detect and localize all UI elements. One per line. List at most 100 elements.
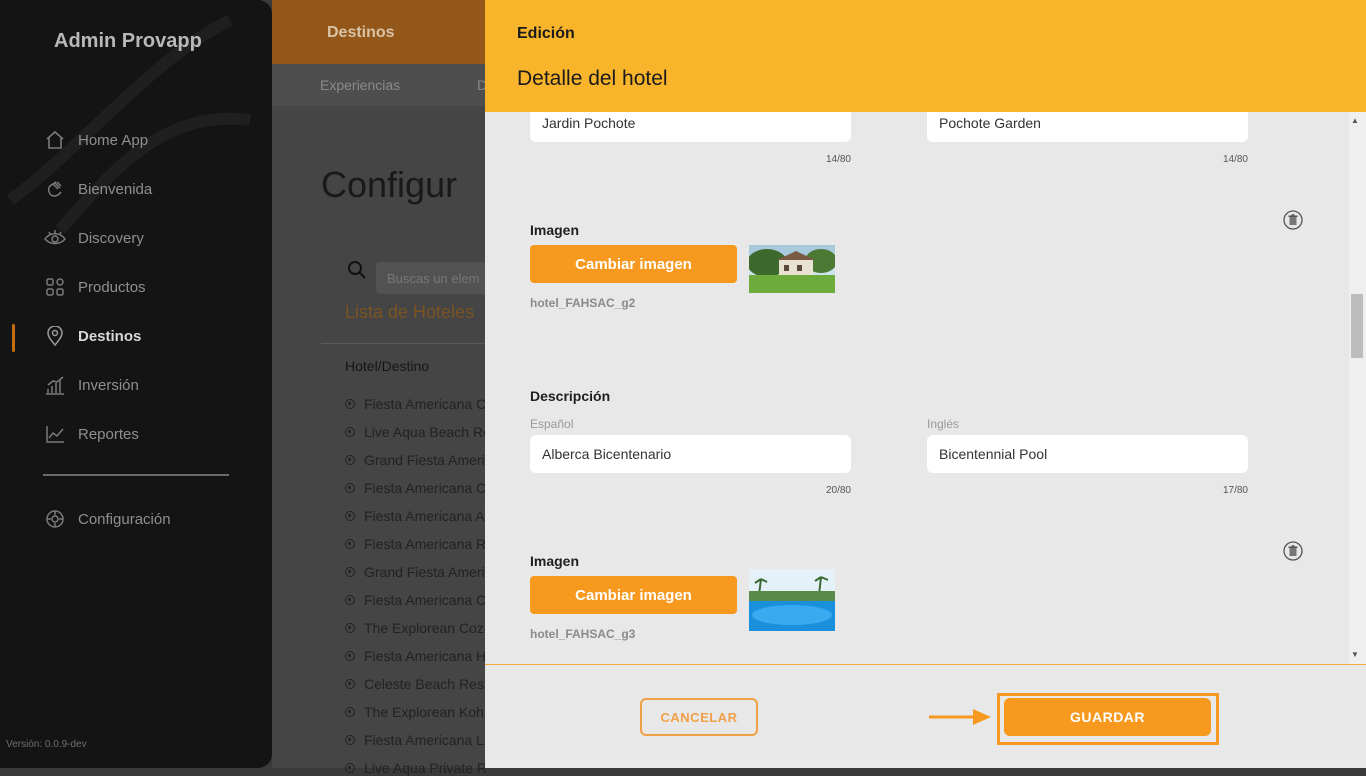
sidebar-item-label: Bienvenida [78,180,153,198]
lang-label-en: Inglés [927,417,960,431]
change-image-button[interactable]: Cambiar imagen [530,576,737,614]
list-item[interactable]: The Explorean Koh [345,704,484,720]
image-label: Imagen [530,222,580,238]
radio-icon [345,707,355,717]
char-counter: 17/80 [1222,485,1248,496]
sidebar-item-label: Home App [78,131,149,149]
radio-icon [345,399,355,409]
sidebar-item-reportes[interactable]: Reportes [44,422,139,446]
char-counter: 14/80 [1222,154,1248,165]
list-item[interactable]: Fiesta Americana R [345,536,486,552]
scroll-up-icon[interactable]: ▲ [1351,116,1359,125]
radio-icon [345,651,355,661]
sidebar-item-label: Reportes [78,425,139,443]
radio-icon [345,595,355,605]
list-title: Lista de Hoteles [345,302,475,322]
radio-icon [345,623,355,633]
radio-icon [345,567,355,577]
sidebar-item-inversion[interactable]: Inversión [44,373,139,397]
scrollbar-thumb[interactable] [1351,294,1363,358]
list-item[interactable]: Fiesta Americana C [345,396,486,412]
version-label: Versión: 0.0.9-dev [6,739,87,750]
radio-icon [345,539,355,549]
sub-nav: Experiencias D [272,64,502,106]
list-item[interactable]: Grand Fiesta Ameri [345,564,485,580]
sidebar-item-label: Destinos [78,327,142,345]
app-brand: Admin Provapp [54,30,202,52]
image-filename: hotel_FAHSAC_g2 [530,296,636,310]
sidebar-item-destinos[interactable]: Destinos [44,324,141,348]
tab-destinos[interactable]: Destinos [327,24,395,42]
panel-footer: CANCELAR GUARDAR [485,665,1366,768]
cancel-button[interactable]: CANCELAR [640,698,758,736]
list-item[interactable]: Live Aqua Private R [345,760,487,776]
sidebar-item-label: Discovery [78,229,144,247]
page-title: Configur [321,164,458,205]
image-label: Imagen [530,553,580,569]
list-item[interactable]: Live Aqua Beach Re [345,424,491,440]
sidebar-item-productos[interactable]: Productos [44,275,146,299]
list-item[interactable]: Fiesta Americana C [345,592,486,608]
sidebar-item-discovery[interactable]: Discovery [44,226,144,250]
lang-label-es: Español [530,417,574,431]
hotel-detail-panel: Edición Detalle del hotel Jardin Pochote… [485,0,1366,768]
list-item[interactable]: Fiesta Americana C [345,480,486,496]
search-icon [347,260,367,285]
panel-title: Detalle del hotel [517,67,668,90]
arrow-right-icon [929,709,991,725]
image-thumbnail [749,245,835,293]
grid-icon [44,276,66,298]
list-item[interactable]: Fiesta Americana L [345,732,484,748]
gear-icon [44,508,66,530]
char-counter: 14/80 [825,154,851,165]
radio-icon [345,511,355,521]
sidebar-item-bienvenida[interactable]: Bienvenida [44,177,152,201]
sidebar-divider [43,474,229,476]
list-item[interactable]: Grand Fiesta Ameri [345,452,485,468]
radio-icon [345,735,355,745]
panel-header: Edición Detalle del hotel [485,0,1366,112]
sidebar-item-home-app[interactable]: Home App [44,128,148,152]
list-item[interactable]: Celeste Beach Resi [345,676,487,692]
panel-scroll-content[interactable]: Jardin Pochote 14/80 Pochote Garden 14/8… [485,112,1351,664]
radio-icon [345,427,355,437]
list-item[interactable]: Fiesta Americana H [345,648,486,664]
top-nav: Destinos [272,0,502,64]
radio-icon [345,455,355,465]
delete-icon[interactable] [1283,541,1303,561]
description-label: Descripción [530,388,611,404]
panel-subtitle: Edición [517,25,575,42]
location-pin-icon [44,325,66,347]
list-divider [321,343,511,344]
image-thumbnail [749,569,835,631]
column-header: Hotel/Destino [345,358,430,374]
save-button[interactable]: GUARDAR [1004,698,1211,736]
radio-icon [345,679,355,689]
radio-icon [345,763,355,773]
name-en-field[interactable]: Pochote Garden [927,112,1248,142]
scroll-down-icon[interactable]: ▼ [1351,650,1359,659]
subtab-experiencias[interactable]: Experiencias [320,77,400,93]
delete-icon[interactable] [1283,210,1303,230]
sidebar-item-label: Configuración [78,510,171,528]
radio-icon [345,483,355,493]
description-en-field[interactable]: Bicentennial Pool [927,435,1248,473]
eye-icon [44,227,66,249]
bar-chart-icon [44,374,66,396]
sidebar: Admin Provapp Home App Bienvenida Discov… [0,0,272,768]
home-icon [44,129,66,151]
active-indicator [12,324,15,352]
char-counter: 20/80 [825,485,851,496]
main-content: Configur Buscas un elem Lista de Hoteles… [272,106,511,776]
scrollbar[interactable] [1349,112,1366,664]
line-chart-icon [44,423,66,445]
wave-hand-icon [44,178,66,200]
name-es-field[interactable]: Jardin Pochote [530,112,851,142]
change-image-button[interactable]: Cambiar imagen [530,245,737,283]
sidebar-item-configuracion[interactable]: Configuración [44,507,171,531]
sidebar-item-label: Productos [78,278,146,296]
description-es-field[interactable]: Alberca Bicentenario [530,435,851,473]
list-item[interactable]: The Explorean Cozu [345,620,492,636]
list-item[interactable]: Fiesta Americana A [345,508,485,524]
sidebar-item-label: Inversión [78,376,139,394]
